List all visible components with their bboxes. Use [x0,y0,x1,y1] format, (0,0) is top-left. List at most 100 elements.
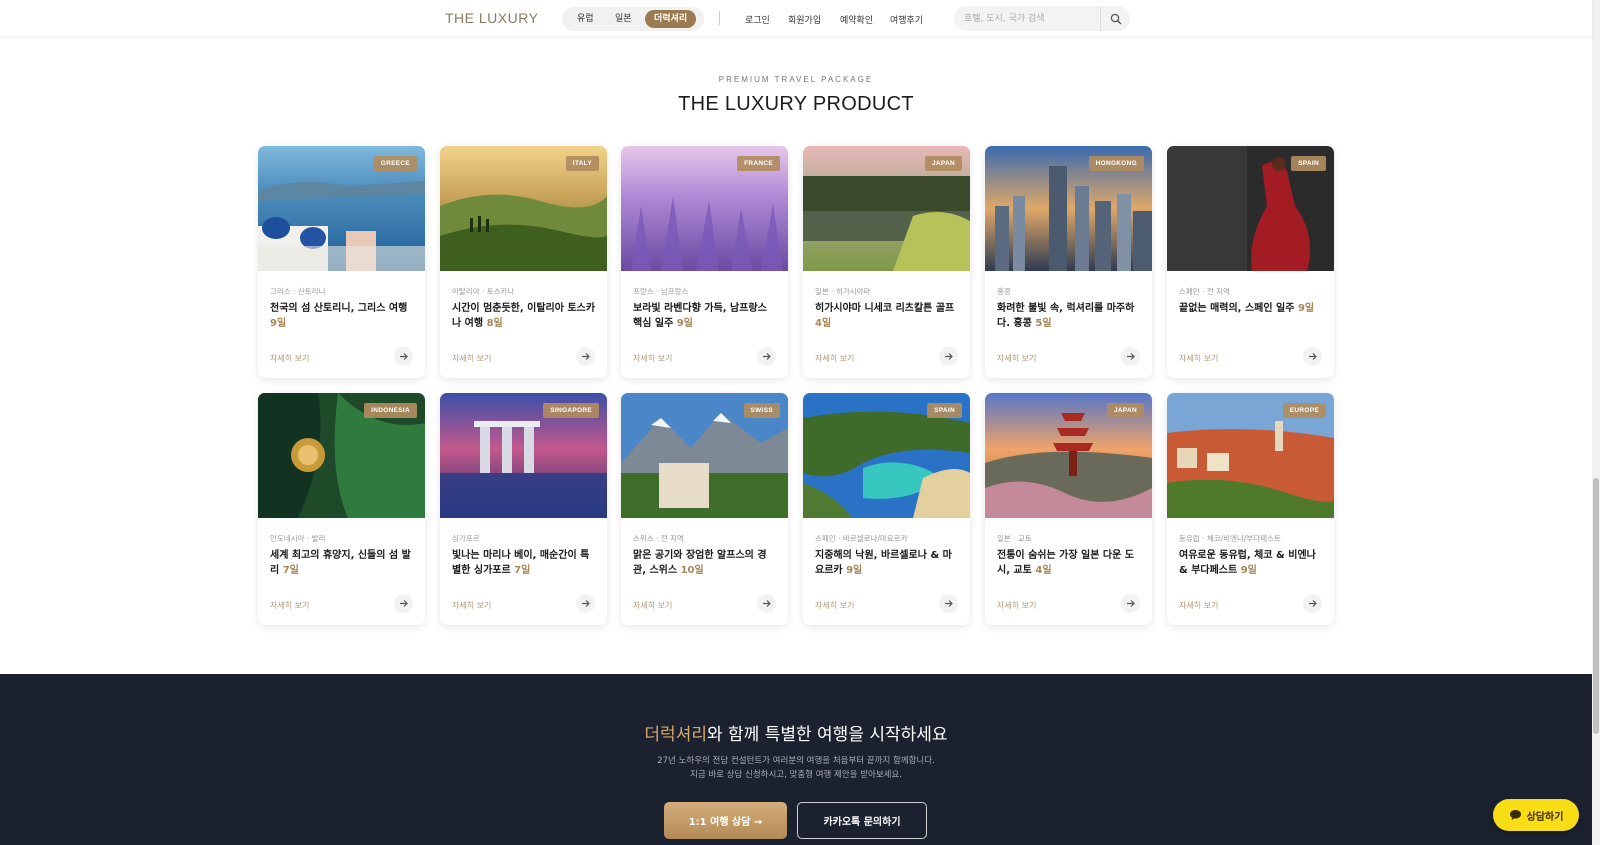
product-card[interactable]: JAPAN 일본 · 히가시야마 히가시야마 니세코 리츠칼튼 골프 4일 자세… [803,146,970,378]
scrollbar-thumb[interactable] [1593,478,1599,734]
card-arrow-button[interactable] [757,594,776,613]
product-card[interactable]: ITALY 이탈리아 · 토스카나 시간이 멈춘듯한, 이탈리아 토스카나 여행… [440,146,607,378]
country-badge: JAPAN [924,156,962,171]
view-details-link[interactable]: 자세히 보기 [270,353,309,364]
product-location: 일본 · 히가시야마 [815,287,871,296]
card-arrow-button[interactable] [394,347,413,366]
chat-bubble-icon [1509,810,1521,820]
nav-signup[interactable]: 회원가입 [788,13,821,26]
view-details-link[interactable]: 자세히 보기 [452,600,491,611]
product-title[interactable]: 화려한 불빛 속, 럭셔리를 마주하다. 홍콩 5일 [997,301,1143,331]
arrow-right-icon [400,600,408,607]
product-title[interactable]: 빛나는 마리나 베이, 매순간이 특별한 싱가포르 7일 [452,548,598,578]
product-title[interactable]: 전통이 숨쉬는 가장 일본 다운 도시, 교토 4일 [997,548,1143,578]
product-title[interactable]: 끝없는 매력의, 스페인 일주 9일 [1179,301,1325,316]
country-badge: GREECE [373,156,417,171]
product-location: 인도네시아 · 발리 [270,534,326,543]
nav-reviews[interactable]: 여행후기 [890,13,923,26]
country-badge: INDONESIA [364,403,417,418]
country-badge: FRANCE [737,156,780,171]
product-card[interactable]: SWISS 스위스 · 전 지역 맑은 공기와 장엄한 알프스의 경관, 스위스… [621,393,788,625]
card-arrow-button[interactable] [1303,347,1322,366]
tab-japan[interactable]: 일본 [606,10,641,28]
search-icon [1110,13,1121,24]
section-title: THE LUXURY PRODUCT [678,93,914,115]
country-badge: SWISS [743,403,780,418]
product-title[interactable]: 시간이 멈춘듯한, 이탈리아 토스카나 여행 8일 [452,301,598,331]
product-card[interactable]: FRANCE 프랑스 · 남프랑스 보라빛 라벤다향 가득, 남프랑스 핵심 일… [621,146,788,378]
product-days: 8일 [486,318,503,329]
product-card[interactable]: GREECE 그리스 · 산토리니 천국의 섬 산토리니, 그리스 여행 9일 … [258,146,425,378]
view-details-link[interactable]: 자세히 보기 [1179,600,1218,611]
view-details-link[interactable]: 자세히 보기 [997,600,1036,611]
view-details-link[interactable]: 자세히 보기 [270,600,309,611]
product-title[interactable]: 맑은 공기와 장엄한 알프스의 경관, 스위스 10일 [633,548,779,578]
view-details-link[interactable]: 자세히 보기 [1179,353,1218,364]
product-card[interactable]: INDONESIA 인도네시아 · 발리 세계 최고의 휴양지, 신들의 섬 발… [258,393,425,625]
page-scrollbar[interactable] [1592,0,1600,845]
card-arrow-button[interactable] [939,347,958,366]
card-arrow-button[interactable] [394,594,413,613]
product-days: 7일 [282,565,299,576]
card-arrow-button[interactable] [1121,594,1140,613]
product-days: 9일 [676,318,693,329]
product-card[interactable]: SPAIN 스페인 · 전 지역 끝없는 매력의, 스페인 일주 9일 자세히 … [1167,146,1334,378]
tab-the-luxury[interactable]: 더럭셔리 [645,10,697,28]
product-days: 7일 [514,565,531,576]
product-title[interactable]: 천국의 섬 산토리니, 그리스 여행 9일 [270,301,416,331]
product-title[interactable]: 여유로운 동유럽, 체코 & 비엔나 & 부다페스트 9일 [1179,548,1325,578]
card-arrow-button[interactable] [576,594,595,613]
product-title[interactable]: 세계 최고의 휴양지, 신들의 섬 발리 7일 [270,548,416,578]
product-card[interactable]: SPAIN 스페인 · 바르셀로나/마요르카 지중해의 낙원, 바르셀로나 & … [803,393,970,625]
cta-title-accent: 더럭셔리 [644,725,707,745]
card-arrow-button[interactable] [576,347,595,366]
view-details-link[interactable]: 자세히 보기 [997,353,1036,364]
tab-europe[interactable]: 유럽 [568,10,603,28]
section-eyebrow: PREMIUM TRAVEL PACKAGE [718,75,874,84]
product-location: 스페인 · 전 지역 [1179,287,1230,296]
arrow-right-icon [582,353,590,360]
country-badge: ITALY [565,156,599,171]
card-arrow-button[interactable] [757,347,776,366]
site-logo[interactable]: THE LUXURY [445,10,538,26]
floating-chat-button[interactable]: 상담하기 [1493,799,1579,831]
country-badge: SPAIN [1291,156,1326,171]
kakaotalk-inquiry-button[interactable]: 카카오톡 문의하기 [797,802,927,839]
product-location: 일본 · 교토 [997,534,1032,543]
view-details-link[interactable]: 자세히 보기 [452,353,491,364]
search-button[interactable] [1100,6,1130,31]
product-title[interactable]: 보라빛 라벤다향 가득, 남프랑스 핵심 일주 9일 [633,301,779,331]
arrow-right-icon [763,353,771,360]
view-details-link[interactable]: 자세히 보기 [815,353,854,364]
arrow-right-icon [1309,600,1317,607]
product-days: 9일 [270,318,287,329]
card-arrow-button[interactable] [1303,594,1322,613]
card-arrow-button[interactable] [939,594,958,613]
product-location: 프랑스 · 남프랑스 [633,287,689,296]
nav-login[interactable]: 로그인 [745,13,770,26]
search-input[interactable] [964,10,1094,27]
view-details-link[interactable]: 자세히 보기 [633,353,672,364]
product-title[interactable]: 히가시야마 니세코 리츠칼튼 골프 4일 [815,301,961,331]
product-location: 동유럽 · 체코/비엔나/부다페스트 [1179,534,1281,543]
nav-reservation-check[interactable]: 예약확인 [840,13,873,26]
product-days: 9일 [1297,303,1315,314]
product-card[interactable]: JAPAN 일본 · 교토 전통이 숨쉬는 가장 일본 다운 도시, 교토 4일… [985,393,1152,625]
product-days: 9일 [846,565,863,576]
product-days: 10일 [680,565,704,576]
product-card[interactable]: SINGAPORE 싱가포르 빛나는 마리나 베이, 매순간이 특별한 싱가포르… [440,393,607,625]
view-details-link[interactable]: 자세히 보기 [815,600,854,611]
arrow-right-icon [1127,353,1135,360]
product-days: 9일 [1240,565,1257,576]
consultation-button[interactable]: 1:1 여행 상담 → [664,802,787,839]
country-badge: EUROPE [1282,403,1326,418]
product-card[interactable]: EUROPE 동유럽 · 체코/비엔나/부다페스트 여유로운 동유럽, 체코 &… [1167,393,1334,625]
view-details-link[interactable]: 자세히 보기 [633,600,672,611]
product-title[interactable]: 지중해의 낙원, 바르셀로나 & 마요르카 9일 [815,548,961,578]
card-arrow-button[interactable] [1121,347,1140,366]
chat-label: 상담하기 [1526,811,1564,823]
cta-description-line1: 27년 노하우의 전담 컨설턴트가 여러분의 여행을 처음부터 끝까지 함께합니… [657,756,935,766]
product-card[interactable]: HONGKONG 홍콩 화려한 불빛 속, 럭셔리를 마주하다. 홍콩 5일 자… [985,146,1152,378]
product-location: 싱가포르 [452,534,480,543]
arrow-right-icon [945,353,953,360]
